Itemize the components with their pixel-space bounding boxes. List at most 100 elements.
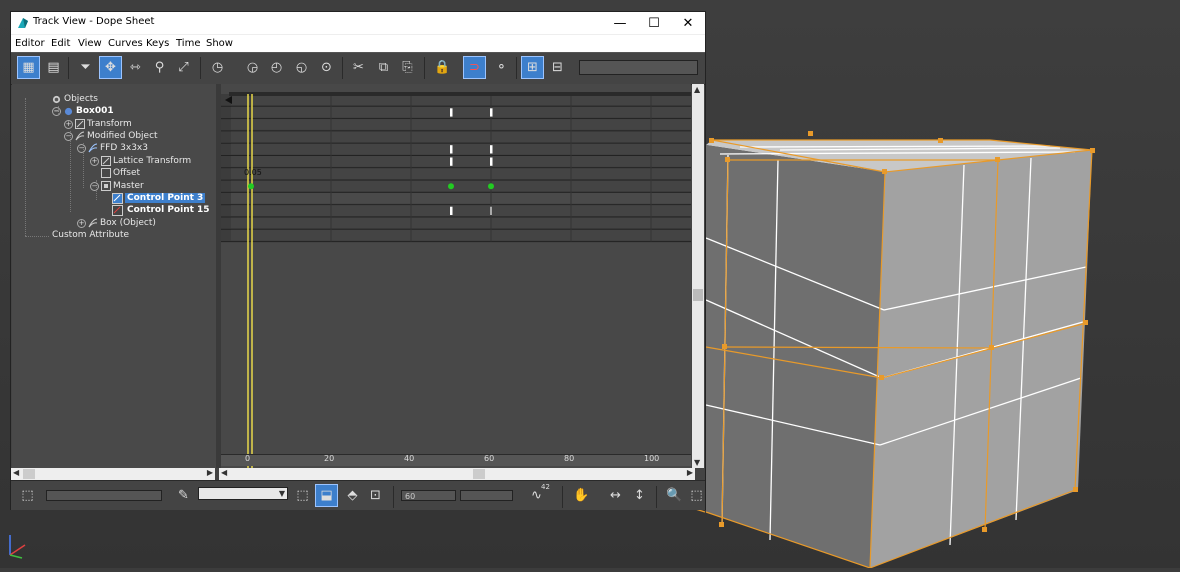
tree-node-transform[interactable]: + Transform <box>64 119 132 129</box>
key-marker <box>450 157 453 166</box>
delete-time-icon[interactable]: ◶ <box>241 56 264 79</box>
tree-node-box-object[interactable]: + Box (Object) <box>77 218 156 228</box>
status-bar: ⬚ ✎ ▼ ⬚ ⬓ ⬘ ⊡ 60 ∿ 42 ✋ ↔ ↕ 🔍 ⬚ <box>11 480 705 510</box>
paste-icon[interactable]: ⎘ <box>396 56 419 79</box>
scroll-up-icon[interactable]: ▲ <box>694 85 700 94</box>
hand-icon[interactable]: ✋ <box>570 484 593 507</box>
snap-icon[interactable]: ⊃ <box>463 56 486 79</box>
track-view-icon[interactable]: ⬚ <box>16 484 39 507</box>
zoom-vertical-icon[interactable]: ↕ <box>628 484 651 507</box>
cube-left-face <box>706 145 885 568</box>
dope-sheet-mode-icon[interactable]: ▦ <box>17 56 40 79</box>
slide-keys-icon[interactable]: ⇿ <box>124 56 147 79</box>
track-row <box>231 229 691 241</box>
tree-view-icon[interactable]: ⊟ <box>546 56 569 79</box>
scroll-left-icon[interactable]: ◀ <box>221 468 227 477</box>
menu-keys[interactable]: Keys <box>146 38 169 49</box>
key-marker <box>450 108 453 117</box>
tree-node-master[interactable]: − Master <box>90 181 144 191</box>
maximize-button[interactable]: ☐ <box>637 12 671 34</box>
selection-dropdown[interactable]: ▼ <box>198 487 288 500</box>
control-point-icon <box>112 193 123 204</box>
time-ruler[interactable]: 0 20 40 60 80 100 <box>221 454 691 466</box>
scroll-down-icon[interactable]: ▼ <box>694 458 700 467</box>
collapse-icon[interactable]: − <box>90 182 99 191</box>
tree-node-custom-attribute[interactable]: Custom Attribute <box>52 230 129 240</box>
pen-icon[interactable]: ✎ <box>172 484 195 507</box>
key-marker <box>488 183 494 190</box>
menu-curves[interactable]: Curves <box>108 38 143 49</box>
selection-name-field[interactable] <box>46 490 162 501</box>
tree-node-lattice-transform[interactable]: + Lattice Transform <box>90 156 191 166</box>
vertical-scrollbar[interactable]: ▲ ▼ <box>692 84 704 468</box>
toolbar-search-field[interactable] <box>579 60 698 75</box>
key-marker <box>248 183 254 190</box>
expand-icon[interactable]: + <box>64 120 73 129</box>
scroll-thumb[interactable] <box>23 469 35 479</box>
tree-horizontal-scrollbar[interactable]: ◀ ▶ <box>11 468 215 480</box>
key-marker <box>448 183 454 190</box>
magnifier-icon[interactable]: 🔍 <box>663 484 686 507</box>
track-row <box>231 168 691 180</box>
copy-icon[interactable]: ⧉ <box>372 56 395 79</box>
keys-snap-icon[interactable]: ⚬ <box>490 56 513 79</box>
ruler-label: 80 <box>564 454 575 463</box>
dope-horizontal-scrollbar[interactable]: ◀ ▶ <box>219 468 695 480</box>
curve-editor-icon[interactable]: ▤ <box>42 56 65 79</box>
menu-show[interactable]: Show <box>206 38 233 49</box>
zoom-region-icon[interactable]: ⬚ <box>685 484 708 507</box>
track-row <box>231 217 691 229</box>
scroll-thumb[interactable] <box>473 469 485 479</box>
filter-selected-icon[interactable]: ⬓ <box>315 484 338 507</box>
scroll-right-icon[interactable]: ▶ <box>687 468 693 477</box>
tree-node-control-point-3[interactable]: Control Point 3 <box>112 193 206 204</box>
cut-icon[interactable]: ✂ <box>347 56 370 79</box>
control-point-icon <box>112 205 123 216</box>
track-row <box>231 192 691 204</box>
tree-node-box001[interactable]: − Box001 <box>52 106 114 116</box>
minimize-button[interactable]: — <box>603 12 637 34</box>
tree-node-control-point-15[interactable]: Control Point 15 <box>112 205 210 216</box>
tree-node-modified-object[interactable]: − Modified Object <box>64 131 158 141</box>
key-marker <box>450 145 453 154</box>
menu-bar: Editor Edit View Curves Keys Time Show <box>11 34 705 53</box>
menu-time[interactable]: Time <box>176 38 200 49</box>
zoom-horizontal-icon[interactable]: ↔ <box>604 484 627 507</box>
close-button[interactable]: ✕ <box>671 12 705 34</box>
controller-tree[interactable]: Objects − Box001 + Transform − Modified … <box>12 84 217 468</box>
add-key-icon[interactable]: ⚲ <box>148 56 171 79</box>
tree-node-objects[interactable]: Objects <box>52 94 98 104</box>
edit-keys-icon[interactable]: ⬘ <box>341 484 364 507</box>
title-bar[interactable]: Track View - Dope Sheet — ☐ ✕ <box>11 12 705 34</box>
menu-editor[interactable]: Editor <box>15 38 45 49</box>
dope-sheet-area[interactable]: 0.05 <box>221 84 699 468</box>
value-field[interactable] <box>460 490 513 501</box>
insert-time-icon[interactable]: ◵ <box>290 56 313 79</box>
track-view-window[interactable]: Track View - Dope Sheet — ☐ ✕ Editor Edi… <box>10 11 706 510</box>
value-label: 0.05 <box>244 168 262 177</box>
scroll-thumb[interactable] <box>693 289 703 301</box>
hierarchy-icon[interactable]: ⊞ <box>521 56 544 79</box>
expand-icon[interactable]: + <box>90 157 99 166</box>
tree-node-ffd[interactable]: − FFD 3x3x3 <box>77 143 148 153</box>
frame-field[interactable]: 60 <box>401 490 456 501</box>
scale-time-icon[interactable]: ◴ <box>265 56 288 79</box>
lock-icon[interactable]: 🔒 <box>431 56 454 79</box>
modifier-icon <box>88 218 98 228</box>
menu-view[interactable]: View <box>78 38 102 49</box>
collapse-icon[interactable]: − <box>64 132 73 141</box>
filter-icon[interactable]: ⏷ <box>74 56 97 79</box>
lock-selection-icon[interactable]: ⊡ <box>364 484 387 507</box>
expand-icon[interactable]: + <box>77 219 86 228</box>
collapse-icon[interactable]: − <box>77 144 86 153</box>
select-time-icon[interactable]: ◷ <box>206 56 229 79</box>
tree-node-offset[interactable]: Offset <box>90 168 140 178</box>
reverse-time-icon[interactable]: ⊙ <box>315 56 338 79</box>
scale-keys-icon[interactable]: ⤢ <box>172 56 195 79</box>
move-keys-icon[interactable]: ✥ <box>99 56 122 79</box>
zoom-selected-icon[interactable]: ⬚ <box>291 484 314 507</box>
scroll-right-icon[interactable]: ▶ <box>207 468 213 477</box>
scroll-left-icon[interactable]: ◀ <box>13 468 19 477</box>
collapse-icon[interactable]: − <box>52 107 61 116</box>
menu-edit[interactable]: Edit <box>51 38 70 49</box>
